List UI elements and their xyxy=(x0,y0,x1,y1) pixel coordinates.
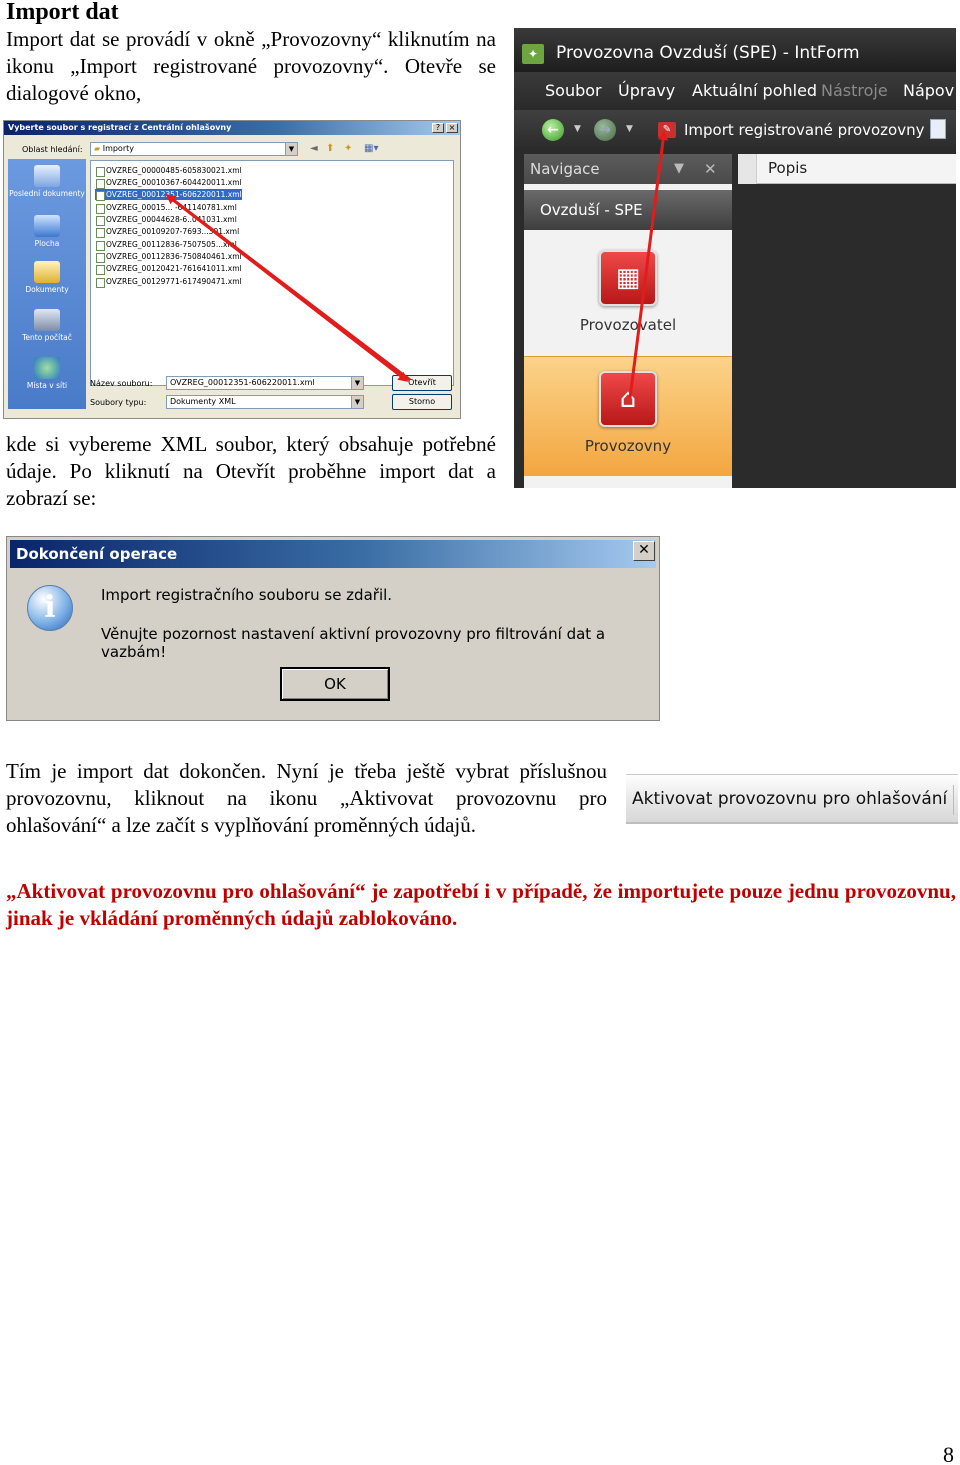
app-title: Provozovna Ovzduší (SPE) - IntForm xyxy=(556,43,860,63)
place-recent[interactable]: Poslední dokumenty xyxy=(8,165,86,198)
recent-documents-icon xyxy=(34,165,60,187)
app-logo-icon: ✦ xyxy=(522,44,544,64)
menu-aktualni-pohled[interactable]: Aktuální pohled xyxy=(692,72,817,110)
place-documents[interactable]: Dokumenty xyxy=(8,261,86,294)
warning-paragraph: „Aktivovat provozovnu pro ohlašování“ je… xyxy=(6,879,956,930)
place-label: Plocha xyxy=(34,239,60,248)
close-button[interactable]: × xyxy=(446,123,458,133)
section-ovzdusi[interactable]: Ovzduší - SPE xyxy=(524,190,732,230)
menu-upravy[interactable]: Úpravy xyxy=(618,72,675,110)
menu-napoveda[interactable]: Nápov xyxy=(903,72,954,110)
after-confirm-paragraph: Tím je import dat dokončen. Nyní je třeb… xyxy=(6,759,607,837)
after-dialog-paragraph: kde si vybereme XML soubor, který obsahu… xyxy=(6,432,496,510)
place-label: Tento počítač xyxy=(22,333,72,342)
look-in-select[interactable]: ▰ Importy ▼ xyxy=(90,142,298,156)
help-button[interactable]: ? xyxy=(432,123,444,133)
places-bar: Poslední dokumenty Plocha Dokumenty Tent… xyxy=(8,159,86,409)
filename-input[interactable]: OVZREG_00012351-606220011.xml ▼ xyxy=(166,376,364,390)
computer-icon xyxy=(34,309,60,331)
intform-window: ✦ Provozovna Ovzduší (SPE) - IntForm Sou… xyxy=(514,28,956,488)
nav-item-label: Provozovatel xyxy=(579,316,677,334)
popis-header: Popis xyxy=(738,154,956,184)
message-line-2: Věnujte pozornost nastavení aktivní prov… xyxy=(101,625,606,661)
building-icon: ▦ xyxy=(599,250,657,306)
file-item[interactable]: OVZREG_00109207-7693...391.xml xyxy=(95,226,239,238)
page-number: 8 xyxy=(943,1442,954,1465)
activate-operation-button[interactable]: Aktivovat provozovnu pro ohlašování xyxy=(626,774,958,824)
completion-dialog-title: Dokončení operace xyxy=(10,540,656,568)
look-in-label: Oblast hledání: xyxy=(22,145,83,154)
forward-arrow-icon[interactable]: → xyxy=(594,119,616,141)
file-item[interactable]: OVZREG_00010367-604420011.xml xyxy=(95,177,242,189)
place-label: Místa v síti xyxy=(26,381,68,390)
place-network[interactable]: Místa v síti xyxy=(8,357,86,390)
import-icon: ✎ xyxy=(658,122,676,138)
place-label: Poslední dokumenty xyxy=(9,189,85,198)
file-item[interactable]: OVZREG_00000485-605830021.xml xyxy=(95,165,242,177)
import-button-label: Import registrované provozovny xyxy=(684,121,925,139)
import-registered-button[interactable]: ✎ Import registrované provozovny xyxy=(654,116,925,144)
popis-label: Popis xyxy=(768,159,808,177)
menu-bar: Soubor Úpravy Aktuální pohled Nástroje N… xyxy=(514,72,956,110)
filetype-label: Soubory typu: xyxy=(90,398,147,407)
chevron-down-icon: ▼ xyxy=(351,396,363,408)
up-folder-icon[interactable]: ⬆ xyxy=(326,143,334,154)
file-item[interactable]: OVZREG_00112836-7507505...xml xyxy=(95,239,237,251)
open-button[interactable]: Otevřít xyxy=(392,375,452,391)
desktop-icon xyxy=(34,215,60,237)
chevron-down-icon: ▼ xyxy=(351,377,363,389)
back-arrow-icon[interactable]: ← xyxy=(542,119,564,141)
completion-dialog: Dokončení operace ✕ i Import registrační… xyxy=(6,536,660,721)
nav-item-provozovny[interactable]: ⌂ Provozovny xyxy=(524,356,732,476)
chevron-down-icon[interactable]: ▼ xyxy=(574,124,581,134)
chevron-down-icon[interactable]: ▼ xyxy=(626,124,633,134)
page-heading: Import dat xyxy=(6,0,119,25)
file-open-dialog: Vyberte soubor s registrací z Centrální … xyxy=(3,120,461,419)
file-dialog-title: Vyberte soubor s registrací z Centrální … xyxy=(4,121,460,135)
filetype-select[interactable]: Dokumenty XML ▼ xyxy=(166,395,364,409)
place-computer[interactable]: Tento počítač xyxy=(8,309,86,342)
folder-icon: ▰ xyxy=(94,144,101,153)
app-titlebar: ✦ Provozovna Ovzduší (SPE) - IntForm xyxy=(514,28,956,72)
file-list[interactable]: OVZREG_00000485-605830021.xml OVZREG_000… xyxy=(90,160,454,386)
close-icon[interactable]: ✕ xyxy=(704,154,717,184)
file-item-selected[interactable]: OVZREG_00012351-606220011.xml xyxy=(95,189,242,201)
menu-soubor[interactable]: Soubor xyxy=(545,72,602,110)
close-icon[interactable]: ✕ xyxy=(633,541,655,561)
ok-button[interactable]: OK xyxy=(280,667,390,701)
info-icon: i xyxy=(27,585,73,631)
documents-folder-icon xyxy=(34,261,60,283)
file-item[interactable]: OVZREG_00120421-761641011.xml xyxy=(95,263,242,275)
document-icon[interactable] xyxy=(930,119,946,139)
cancel-button[interactable]: Storno xyxy=(392,394,452,410)
place-desktop[interactable]: Plocha xyxy=(8,215,86,248)
intro-paragraph: Import dat se provádí v okně „Provozovny… xyxy=(6,27,496,105)
place-label: Dokumenty xyxy=(25,285,69,294)
nav-item-label: Provozovny xyxy=(584,437,672,455)
back-icon[interactable]: ◄ xyxy=(310,143,318,154)
network-icon xyxy=(34,357,60,379)
menu-nastroje[interactable]: Nástroje xyxy=(821,72,888,110)
navigation-title: Navigace xyxy=(530,160,600,178)
nav-item-provozovatel[interactable]: ▦ Provozovatel xyxy=(524,250,732,354)
filetype-value: Dokumenty XML xyxy=(170,397,236,406)
views-icon[interactable]: ▦▾ xyxy=(364,143,378,154)
navigation-panel: Navigace ▼ ✕ Ovzduší - SPE ▦ Provozovate… xyxy=(524,154,732,488)
file-item[interactable]: OVZREG_00112836-750840461.xml xyxy=(95,251,242,263)
filename-label: Název souboru: xyxy=(90,379,153,388)
message-line-1: Import registračního souboru se zdařil. xyxy=(101,586,393,604)
file-item[interactable]: OVZREG_00129771-617490471.xml xyxy=(95,276,242,288)
navigation-header: Navigace ▼ ✕ xyxy=(524,154,732,184)
new-folder-icon[interactable]: ✦ xyxy=(344,143,352,154)
factory-icon: ⌂ xyxy=(599,371,657,427)
toolbar: ← ▼ → ▼ ✎ Import registrované provozovny xyxy=(514,110,956,148)
filename-value: OVZREG_00012351-606220011.xml xyxy=(170,378,315,387)
pin-icon[interactable]: ▼ xyxy=(674,154,684,184)
chevron-down-icon: ▼ xyxy=(285,143,297,155)
look-in-value: Importy xyxy=(102,144,134,153)
file-item[interactable]: OVZREG_00015... -641140781.xml xyxy=(95,202,237,214)
file-item[interactable]: OVZREG_00044628-6..041031.xml xyxy=(95,214,237,226)
